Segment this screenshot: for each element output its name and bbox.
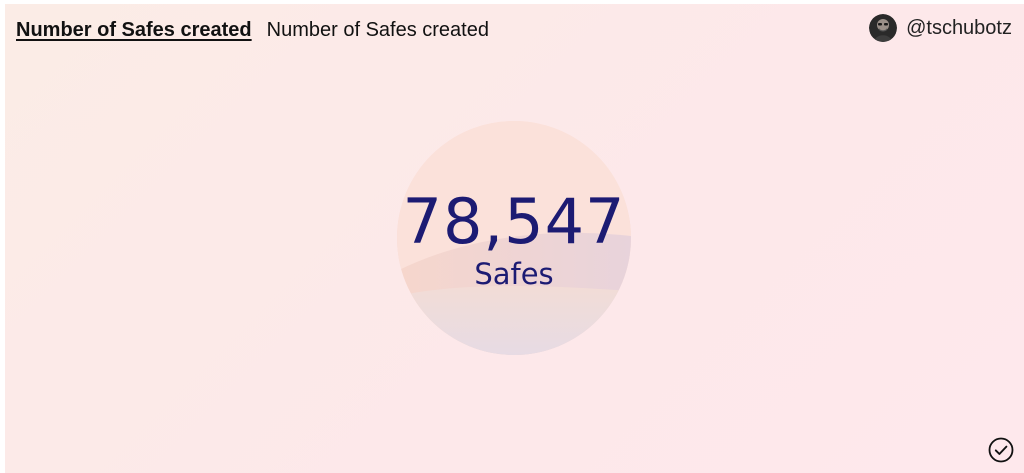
user-profile[interactable]: @tschubotz [869, 14, 1012, 42]
widget-title-link[interactable]: Number of Safes created [16, 19, 252, 42]
user-avatar-icon [869, 14, 898, 42]
metric-value: 78,547 [402, 185, 626, 258]
widget-header: Number of Safes created Number of Safes … [16, 18, 489, 42]
metric-unit: Safes [474, 257, 554, 291]
metric-display: 78,547 Safes [397, 121, 631, 355]
widget-subtitle: Number of Safes created [266, 18, 489, 41]
user-handle: @tschubotz [906, 16, 1012, 39]
check-circle-icon[interactable] [988, 437, 1014, 463]
widget-card: Number of Safes created Number of Safes … [5, 4, 1024, 473]
avatar [869, 14, 898, 42]
